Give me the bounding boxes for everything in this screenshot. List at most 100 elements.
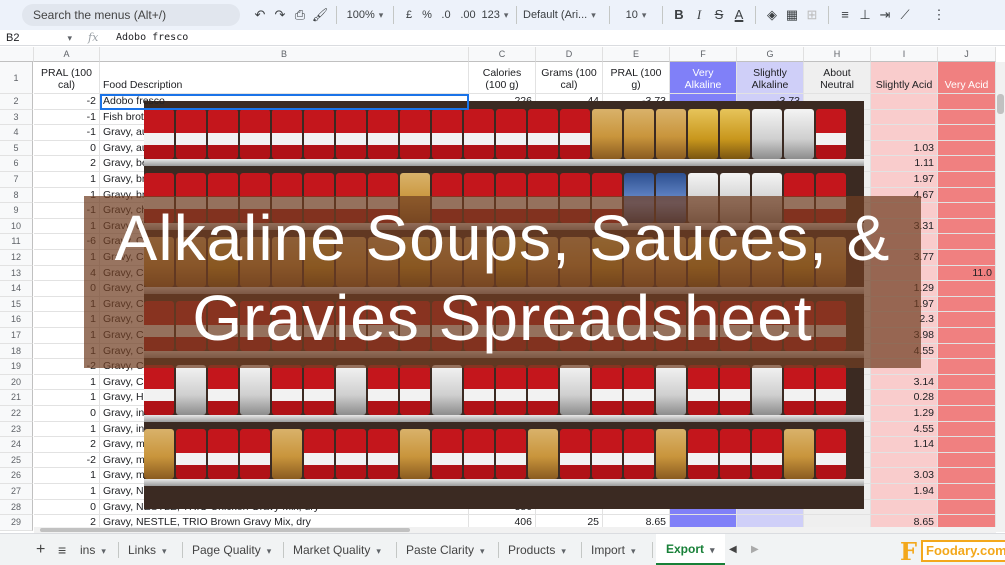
column-header-d[interactable]: D bbox=[536, 47, 603, 62]
table-cell[interactable] bbox=[871, 499, 938, 516]
table-cell[interactable]: 2 bbox=[34, 437, 100, 453]
row-number[interactable]: 20 bbox=[0, 374, 33, 391]
fill-color-icon[interactable]: ◈ bbox=[762, 4, 782, 26]
strikethrough-button[interactable]: S bbox=[709, 4, 729, 26]
table-cell[interactable] bbox=[938, 125, 996, 141]
more-tools-icon[interactable]: ⋮ bbox=[929, 4, 949, 26]
redo-icon[interactable]: ↷ bbox=[270, 4, 290, 26]
table-cell[interactable] bbox=[938, 343, 996, 360]
table-cell[interactable]: 2 bbox=[34, 156, 100, 172]
bold-button[interactable]: B bbox=[669, 4, 689, 26]
merge-cells-icon[interactable]: ⊞ bbox=[802, 4, 822, 26]
table-cell[interactable]: 0.28 bbox=[871, 390, 938, 406]
zoom-select[interactable]: 100% bbox=[343, 4, 387, 26]
table-cell[interactable] bbox=[938, 359, 996, 375]
row-number[interactable]: 14 bbox=[0, 281, 33, 297]
column-header-h[interactable]: H bbox=[804, 47, 871, 62]
table-cell[interactable]: 1.03 bbox=[871, 140, 938, 157]
table-cell[interactable]: 1.97 bbox=[871, 172, 938, 188]
row-number[interactable]: 22 bbox=[0, 406, 33, 422]
row-number[interactable]: 26 bbox=[0, 468, 33, 484]
table-cell[interactable]: -2 bbox=[34, 452, 100, 469]
table-cell[interactable]: 1 bbox=[34, 421, 100, 438]
table-cell[interactable] bbox=[938, 468, 996, 484]
undo-icon[interactable]: ↶ bbox=[250, 4, 270, 26]
table-cell[interactable] bbox=[938, 312, 996, 328]
table-cell[interactable]: 1.29 bbox=[871, 406, 938, 422]
all-sheets-icon[interactable]: ≡ bbox=[52, 534, 72, 565]
header-cell-j[interactable]: Very Acid bbox=[938, 62, 996, 94]
sheet-tab[interactable]: Page Quality bbox=[186, 534, 277, 565]
table-cell[interactable] bbox=[938, 437, 996, 453]
row-number[interactable]: 4 bbox=[0, 125, 33, 141]
column-header-a[interactable]: A bbox=[34, 47, 100, 62]
row-number[interactable]: 21 bbox=[0, 390, 33, 406]
table-cell[interactable] bbox=[938, 109, 996, 126]
table-cell[interactable]: 0 bbox=[34, 406, 100, 422]
row-number[interactable]: 18 bbox=[0, 343, 33, 360]
table-cell[interactable] bbox=[938, 406, 996, 422]
row-number[interactable]: 15 bbox=[0, 296, 33, 313]
table-cell[interactable] bbox=[938, 296, 996, 313]
text-rotation-icon[interactable]: ⟋ bbox=[895, 4, 915, 26]
font-select[interactable]: Default (Ari... bbox=[523, 4, 603, 26]
row-number[interactable]: 16 bbox=[0, 312, 33, 328]
row-number[interactable]: 8 bbox=[0, 187, 33, 204]
row-number[interactable]: 3 bbox=[0, 109, 33, 126]
text-wrap-icon[interactable]: ⇥ bbox=[875, 4, 895, 26]
table-cell[interactable] bbox=[938, 499, 996, 516]
increase-decimal-button[interactable]: .00 bbox=[456, 4, 480, 26]
table-cell[interactable]: 0 bbox=[34, 140, 100, 157]
table-cell[interactable] bbox=[938, 390, 996, 406]
table-cell[interactable] bbox=[871, 125, 938, 141]
table-cell[interactable] bbox=[938, 484, 996, 500]
row-number[interactable]: 28 bbox=[0, 499, 33, 516]
table-cell[interactable]: 1 bbox=[34, 484, 100, 500]
sheet-tab[interactable]: Import bbox=[585, 534, 642, 565]
table-cell[interactable] bbox=[938, 452, 996, 469]
column-header-c[interactable]: C bbox=[469, 47, 536, 62]
vertical-align-icon[interactable]: ⊥ bbox=[855, 4, 875, 26]
scroll-tabs-left-icon[interactable]: ◀ bbox=[723, 534, 743, 565]
table-cell[interactable] bbox=[938, 203, 996, 219]
row-number[interactable]: 27 bbox=[0, 484, 33, 500]
table-cell[interactable]: 1 bbox=[34, 374, 100, 391]
column-header-b[interactable]: B bbox=[100, 47, 469, 62]
header-cell-e[interactable]: PRAL (100 g) bbox=[603, 62, 670, 94]
sheet-tab[interactable]: Export bbox=[656, 534, 725, 565]
currency-format-button[interactable]: £ bbox=[400, 4, 418, 26]
row-number[interactable]: 1 bbox=[0, 62, 33, 94]
table-cell[interactable]: -1 bbox=[34, 109, 100, 126]
table-cell[interactable] bbox=[938, 250, 996, 266]
table-cell[interactable] bbox=[938, 234, 996, 250]
row-number[interactable]: 25 bbox=[0, 452, 33, 469]
italic-button[interactable]: I bbox=[689, 4, 709, 26]
menu-search-input[interactable]: Search the menus (Alt+/) bbox=[22, 4, 240, 26]
row-number[interactable]: 7 bbox=[0, 172, 33, 188]
sheet-tab[interactable]: Links bbox=[122, 534, 173, 565]
sheet-tab[interactable]: Paste Clarity bbox=[400, 534, 491, 565]
font-size-select[interactable]: 10 bbox=[616, 4, 656, 26]
table-cell[interactable] bbox=[938, 421, 996, 438]
scroll-tabs-right-icon[interactable]: ▶ bbox=[745, 534, 765, 565]
row-number[interactable]: 2 bbox=[0, 94, 33, 110]
table-cell[interactable] bbox=[938, 374, 996, 391]
header-cell-h[interactable]: About Neutral bbox=[804, 62, 871, 94]
header-cell-i[interactable]: Slightly Acid bbox=[871, 62, 938, 94]
row-number[interactable]: 24 bbox=[0, 437, 33, 453]
column-header-i[interactable]: I bbox=[871, 47, 938, 62]
table-cell[interactable]: 1 bbox=[34, 172, 100, 188]
table-cell[interactable] bbox=[871, 452, 938, 469]
row-number[interactable]: 12 bbox=[0, 250, 33, 266]
table-cell[interactable]: 3.14 bbox=[871, 374, 938, 391]
formula-input[interactable]: Adobo fresco bbox=[116, 30, 188, 46]
table-cell[interactable] bbox=[938, 281, 996, 297]
column-header-e[interactable]: E bbox=[603, 47, 670, 62]
print-icon[interactable]: ⎙ bbox=[290, 4, 310, 26]
table-cell[interactable] bbox=[938, 172, 996, 188]
table-cell[interactable]: -2 bbox=[34, 94, 100, 110]
table-cell[interactable]: Adobo fresco bbox=[100, 94, 469, 110]
column-header-g[interactable]: G bbox=[737, 47, 804, 62]
vertical-scrollbar[interactable] bbox=[996, 62, 1005, 532]
sheet-tab[interactable]: ins bbox=[74, 534, 112, 565]
